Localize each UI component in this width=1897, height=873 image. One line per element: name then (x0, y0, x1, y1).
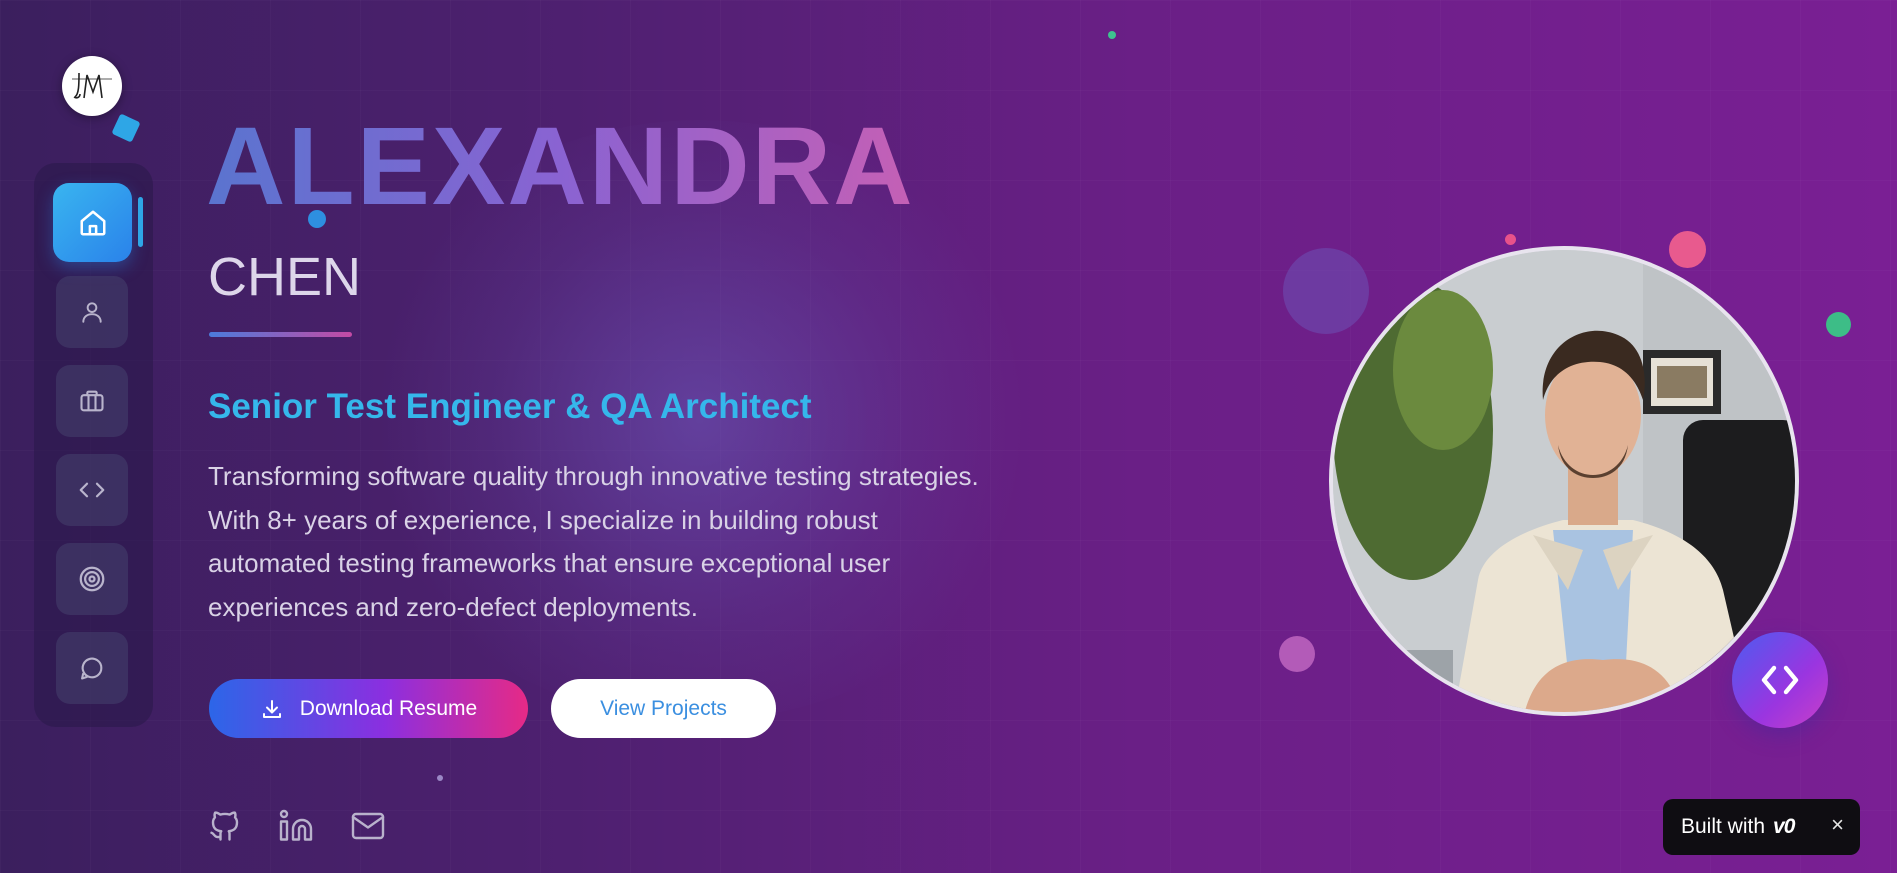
badge-close-button[interactable]: × (1831, 812, 1844, 838)
v0-logo: v0 (1773, 815, 1795, 838)
badge-text: Built with (1681, 815, 1766, 838)
site-logo[interactable] (62, 56, 122, 116)
name-underline (209, 332, 352, 337)
github-link[interactable] (207, 808, 243, 849)
hero-first-name: ALEXANDRA (206, 105, 915, 228)
download-resume-label: Download Resume (299, 696, 478, 720)
decorative-dot (1279, 636, 1315, 672)
built-with-badge[interactable]: Built with v0 × (1663, 799, 1860, 855)
logo-accent-square (111, 113, 141, 143)
code-icon (79, 482, 105, 498)
portrait-illustration (1333, 250, 1795, 712)
home-icon (80, 210, 105, 235)
email-link[interactable] (350, 808, 386, 849)
sidebar-item-about[interactable] (56, 276, 128, 348)
decorative-dot (1669, 231, 1706, 268)
sidebar-item-home[interactable] (53, 183, 132, 262)
decorative-dot (1108, 31, 1116, 39)
sidebar-item-experience[interactable] (56, 365, 128, 437)
linkedin-link[interactable] (278, 808, 314, 849)
decorative-dot (1505, 234, 1516, 245)
decorative-dot (1283, 248, 1369, 334)
hero-last-name: CHEN (208, 247, 362, 307)
code-icon (1761, 665, 1799, 695)
target-icon (79, 566, 105, 592)
download-icon (262, 699, 281, 718)
chat-icon (81, 657, 103, 680)
view-projects-button[interactable]: View Projects (551, 679, 776, 738)
code-fab-button[interactable] (1732, 632, 1828, 728)
hero-role: Senior Test Engineer & QA Architect (208, 387, 812, 426)
active-indicator (138, 197, 143, 247)
user-icon (82, 302, 102, 323)
download-resume-button[interactable]: Download Resume (209, 679, 528, 738)
sidebar-item-contact[interactable] (56, 632, 128, 704)
logo-monogram-icon (72, 72, 112, 99)
decorative-dot (437, 775, 443, 781)
briefcase-icon (80, 390, 104, 412)
hero-bio: Transforming software quality through in… (208, 461, 979, 622)
sidebar-item-skills[interactable] (56, 543, 128, 615)
profile-photo (1329, 246, 1799, 716)
decorative-dot (1826, 312, 1851, 337)
linkedin-icon (279, 809, 313, 841)
mail-icon (351, 812, 385, 840)
sidebar-item-projects[interactable] (56, 454, 128, 526)
github-icon (210, 811, 239, 841)
sidebar-nav (34, 163, 153, 727)
